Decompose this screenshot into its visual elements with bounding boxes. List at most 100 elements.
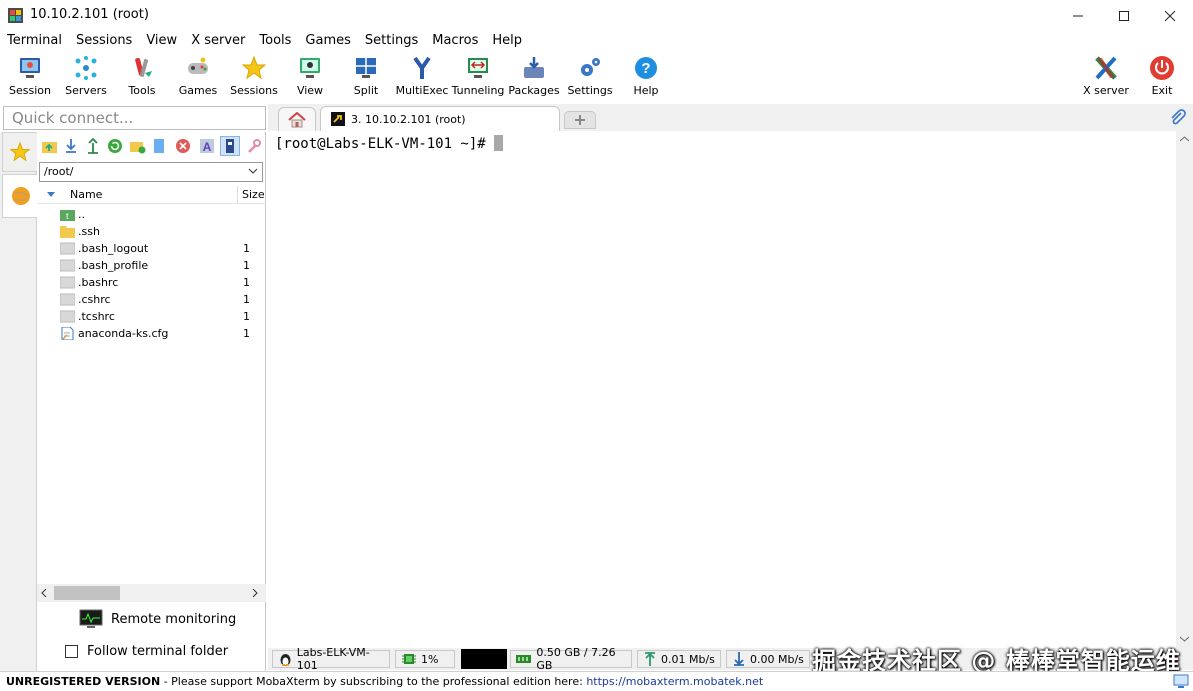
menu-games[interactable]: Games (298, 31, 357, 51)
session-button[interactable]: Session (2, 51, 58, 101)
file-row[interactable]: t .. (37, 207, 266, 224)
memory-icon (516, 655, 532, 663)
sessions-button[interactable]: Sessions (226, 51, 282, 101)
path-dropdown[interactable]: /root/ (39, 162, 263, 182)
checkbox-box[interactable] (65, 644, 78, 658)
settings-tool-button[interactable] (244, 136, 264, 156)
tab-sftp[interactable] (2, 174, 38, 218)
games-button[interactable]: Games (170, 51, 226, 101)
file-row[interactable]: anaconda-ks.cfg 1 (37, 326, 266, 343)
file-row[interactable]: .bash_logout 1 (37, 241, 266, 258)
file-icon (60, 259, 75, 272)
close-button[interactable] (1147, 0, 1193, 31)
file-list-header: Name Size (37, 186, 266, 204)
mobatek-link[interactable]: https://mobaxterm.mobatek.net (586, 675, 763, 688)
monitor-chart-icon (79, 609, 103, 628)
new-tab-button[interactable] (564, 111, 596, 129)
new-folder-icon (129, 141, 145, 153)
menu-macros[interactable]: Macros (425, 31, 485, 51)
help-button[interactable]: ? Help (618, 51, 674, 101)
split-button[interactable]: Split (338, 51, 394, 101)
plus-icon (575, 115, 585, 125)
servers-button[interactable]: Servers (58, 51, 114, 101)
terminal-key-icon (331, 112, 345, 126)
maximize-icon (1119, 10, 1129, 21)
scroll-left-icon (41, 589, 47, 597)
text-file-icon (61, 327, 74, 340)
gear-icon (581, 58, 600, 76)
file-row[interactable]: .bash_profile 1 (37, 258, 266, 275)
menu-settings[interactable]: Settings (358, 31, 425, 51)
delete-button[interactable] (173, 136, 193, 156)
name-column-header[interactable]: Name (70, 188, 102, 201)
unregistered-label: UNREGISTERED VERSION (6, 675, 161, 688)
permissions-button[interactable] (220, 136, 240, 156)
menu-view[interactable]: View (139, 31, 184, 51)
file-row[interactable]: .ssh (37, 224, 266, 241)
status-memory: 0.50 GB / 7.26 GB (510, 646, 632, 672)
monitor-icon[interactable] (1173, 674, 1189, 689)
status-host[interactable]: Labs-ELK-VM-101 (272, 646, 390, 672)
exit-button[interactable]: Exit (1134, 51, 1190, 101)
tools-button[interactable]: Tools (114, 51, 170, 101)
toolbar: Session Servers Tools Games Sessions Vie… (0, 51, 1193, 103)
file-row[interactable]: .cshrc 1 (37, 292, 266, 309)
games-icon (188, 57, 208, 74)
tunneling-button[interactable]: Tunneling (450, 51, 506, 101)
split-icon (356, 58, 376, 78)
tab-session-active[interactable]: 3. 10.10.2.101 (root) (320, 106, 560, 131)
horizontal-scrollbar[interactable] (37, 584, 266, 602)
linux-penguin-icon (280, 654, 291, 666)
download-icon (66, 139, 76, 153)
packages-icon (524, 57, 544, 78)
svg-text:A: A (203, 140, 212, 154)
refresh-button[interactable] (105, 136, 125, 156)
new-folder-button[interactable] (127, 136, 147, 156)
support-message: - Please support MobaXterm by subscribin… (160, 675, 587, 688)
sidebar-tabs (0, 132, 38, 672)
file-row[interactable]: .bashrc 1 (37, 275, 266, 292)
session-tab-bar: 3. 10.10.2.101 (root) (268, 104, 1193, 131)
minimize-button[interactable] (1055, 0, 1101, 31)
cpu-graph (461, 649, 507, 669)
attachment-icon[interactable] (1168, 109, 1186, 127)
menu-tools[interactable]: Tools (252, 31, 298, 51)
view-button[interactable]: View (282, 51, 338, 101)
sftp-panel: A /root/ Name Size t .. .ssh .bash_logou… (37, 132, 266, 672)
tab-favorites[interactable] (2, 132, 37, 172)
xserver-button[interactable]: X server (1078, 51, 1134, 101)
menu-help[interactable]: Help (485, 31, 529, 51)
new-file-button[interactable] (149, 136, 169, 156)
file-row[interactable]: .tcshrc 1 (37, 309, 266, 326)
multiexec-button[interactable]: MultiExec (394, 51, 450, 101)
terminal-scrollbar[interactable] (1176, 131, 1193, 648)
download-button[interactable] (61, 136, 81, 156)
quick-connect-input[interactable]: Quick connect... (3, 106, 266, 130)
title-bar: 10.10.2.101 (root) (0, 0, 1193, 31)
file-icon (60, 242, 75, 255)
menu-terminal[interactable]: Terminal (0, 31, 69, 51)
terminal-area[interactable]: [root@Labs-ELK-VM-101 ~]# (268, 131, 1176, 648)
scroll-thumb[interactable] (54, 586, 120, 600)
tools-icon (135, 57, 152, 77)
size-column-header[interactable]: Size (242, 188, 265, 201)
terminal-cursor (494, 135, 504, 151)
permissions-icon (226, 139, 234, 153)
status-upload: 0.01 Mb/s (637, 650, 721, 668)
menu-xserver[interactable]: X server (184, 31, 252, 51)
menu-sessions[interactable]: Sessions (69, 31, 139, 51)
session-icon (20, 58, 40, 78)
packages-button[interactable]: Packages (506, 51, 562, 101)
tab-home[interactable] (278, 107, 316, 131)
window-title: 10.10.2.101 (root) (30, 7, 149, 22)
file-icon (60, 293, 75, 306)
remote-monitoring-button[interactable]: Remote monitoring (79, 608, 259, 630)
rename-button[interactable]: A (197, 136, 217, 156)
parent-dir-button[interactable] (39, 136, 59, 156)
settings-button[interactable]: Settings (562, 51, 618, 101)
terminal-prompt: [root@Labs-ELK-VM-101 ~]# (275, 136, 495, 152)
maximize-button[interactable] (1101, 0, 1147, 31)
follow-folder-checkbox[interactable]: Follow terminal folder (65, 641, 265, 661)
star-icon (241, 55, 267, 80)
upload-button[interactable] (83, 136, 103, 156)
